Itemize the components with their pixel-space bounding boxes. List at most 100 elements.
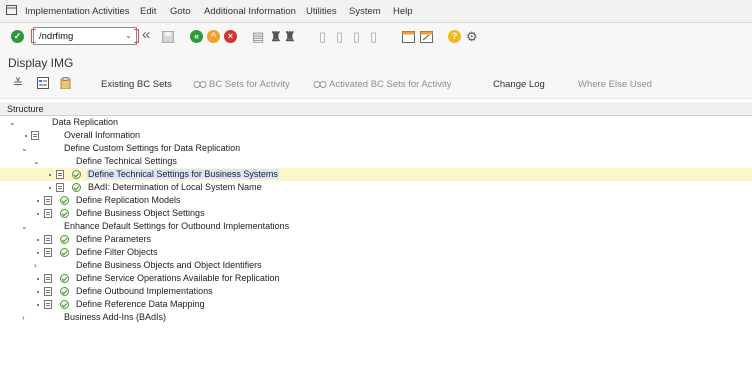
execute-icon[interactable] xyxy=(60,274,69,283)
tree-node-label: Define Service Operations Available for … xyxy=(76,273,280,283)
save-icon[interactable] xyxy=(162,31,174,43)
chevron-down-icon[interactable]: ⌄ xyxy=(21,222,28,231)
tree-node-label: Define Business Objects and Object Ident… xyxy=(76,260,262,270)
chevron-right-icon[interactable]: › xyxy=(34,261,37,270)
menu-utilities[interactable]: Utilities xyxy=(306,6,337,17)
execute-icon[interactable] xyxy=(60,287,69,296)
bullet-icon xyxy=(37,213,39,215)
documentation-icon[interactable] xyxy=(44,235,52,244)
tree-node-label: Business Add-Ins (BAdIs) xyxy=(64,312,167,322)
bullet-icon xyxy=(37,252,39,254)
documentation-icon[interactable] xyxy=(44,248,52,257)
menu-system[interactable]: System xyxy=(349,6,381,17)
execute-icon[interactable] xyxy=(60,209,69,218)
menu-implementation-activities[interactable]: Implementation Activities xyxy=(25,6,130,17)
bc-sets-for-activity-button[interactable]: BC Sets for Activity xyxy=(209,79,290,90)
tree-node-label: Overall Information xyxy=(64,130,141,140)
chevron-down-icon[interactable]: ⌄ xyxy=(9,118,16,127)
tree-row[interactable]: Define Reference Data Mapping xyxy=(0,298,752,311)
documentation-icon[interactable] xyxy=(44,209,52,218)
menu-bar: Implementation Activities Edit Goto Addi… xyxy=(0,0,752,23)
bullet-icon xyxy=(37,200,39,202)
bullet-icon xyxy=(25,135,27,137)
tree-row-selected[interactable]: Define Technical Settings for Business S… xyxy=(0,168,752,181)
tree-row[interactable]: Define Business Object Settings xyxy=(0,207,752,220)
documentation-icon[interactable] xyxy=(44,287,52,296)
cancel-icon[interactable]: × xyxy=(224,30,237,43)
tree-node-label: Define Parameters xyxy=(76,234,152,244)
exit-icon[interactable]: ^ xyxy=(207,30,220,43)
tree-row[interactable]: ⌄ Define Custom Settings for Data Replic… xyxy=(0,142,752,155)
chevron-down-icon[interactable]: ⌄ xyxy=(33,157,40,166)
field-focus-bracket-left xyxy=(31,29,36,43)
execute-icon[interactable] xyxy=(72,170,81,179)
back-icon[interactable]: « xyxy=(142,27,150,42)
back-nav-icon[interactable]: « xyxy=(190,30,203,43)
menu-additional-information[interactable]: Additional Information xyxy=(204,6,296,17)
tree-row[interactable]: › Business Add-Ins (BAdIs) xyxy=(0,311,752,324)
tree-node-label: Define Technical Settings xyxy=(76,156,177,166)
select-icon[interactable] xyxy=(37,77,49,89)
bullet-icon xyxy=(37,304,39,306)
tree-row[interactable]: Define Parameters xyxy=(0,233,752,246)
chevron-down-icon[interactable]: ⌄ xyxy=(21,144,28,153)
print-icon[interactable]: ▤ xyxy=(252,30,264,43)
existing-bc-sets-button[interactable]: Existing BC Sets xyxy=(101,79,172,90)
documentation-icon[interactable] xyxy=(44,274,52,283)
tree-node-label: Define Outbound Implementations xyxy=(76,286,213,296)
documentation-icon[interactable] xyxy=(44,300,52,309)
documentation-icon[interactable] xyxy=(56,170,64,179)
tree-node-label: Define Filter Objects xyxy=(76,247,158,257)
documentation-icon[interactable] xyxy=(56,183,64,192)
tree-row[interactable]: Define Filter Objects xyxy=(0,246,752,259)
tree-row[interactable]: ⌄ Enhance Default Settings for Outbound … xyxy=(0,220,752,233)
help-icon[interactable]: ? xyxy=(448,30,461,43)
tree-row[interactable]: Overall Information xyxy=(0,129,752,142)
tree-node-label: Data Replication xyxy=(52,117,119,127)
activated-bc-sets-button[interactable]: Activated BC Sets for Activity xyxy=(329,79,452,90)
page-title: Display IMG xyxy=(8,56,74,70)
tree-row[interactable]: Define Outbound Implementations xyxy=(0,285,752,298)
tree-node-label: BAdI: Determination of Local System Name xyxy=(88,182,262,192)
command-field-value: /ndrfimg xyxy=(39,31,74,42)
menu-icon[interactable] xyxy=(6,5,17,15)
bullet-icon xyxy=(37,291,39,293)
tree-row[interactable]: Define Replication Models xyxy=(0,194,752,207)
execute-icon[interactable] xyxy=(72,183,81,192)
new-session-icon[interactable] xyxy=(402,31,415,43)
tree-row[interactable]: ⌄ Define Technical Settings xyxy=(0,155,752,168)
enter-icon[interactable]: ✓ xyxy=(11,30,24,43)
execute-icon[interactable] xyxy=(60,300,69,309)
where-else-used-button[interactable]: Where Else Used xyxy=(578,79,652,90)
note-icon[interactable] xyxy=(60,77,72,89)
find-next-icon[interactable]: ♜ xyxy=(284,30,296,43)
find-icon[interactable]: ♜ xyxy=(270,30,282,43)
chevron-right-icon[interactable]: › xyxy=(22,313,25,322)
customize-icon[interactable]: ⚙ xyxy=(466,30,478,43)
documentation-icon[interactable] xyxy=(44,196,52,205)
bc-sets-activated-icon xyxy=(313,81,327,88)
execute-icon[interactable] xyxy=(60,235,69,244)
first-page-icon[interactable]: ▯ xyxy=(319,30,326,43)
menu-goto[interactable]: Goto xyxy=(170,6,191,17)
execute-icon[interactable] xyxy=(60,196,69,205)
tree-node-label: Define Reference Data Mapping xyxy=(76,299,205,309)
tree-row[interactable]: › Define Business Objects and Object Ide… xyxy=(0,259,752,272)
tree-node-label: Define Business Object Settings xyxy=(76,208,205,218)
menu-help[interactable]: Help xyxy=(393,6,413,17)
shortcut-icon[interactable] xyxy=(420,31,433,43)
tree-row[interactable]: Define Service Operations Available for … xyxy=(0,272,752,285)
last-page-icon[interactable]: ▯ xyxy=(370,30,377,43)
execute-icon[interactable] xyxy=(60,248,69,257)
change-log-button[interactable]: Change Log xyxy=(493,79,545,90)
next-page-icon[interactable]: ▯ xyxy=(353,30,360,43)
tree-row[interactable]: ⌄ Data Replication xyxy=(0,116,752,129)
chevron-down-icon[interactable]: ⌄ xyxy=(125,31,132,40)
command-field[interactable]: /ndrfimg ⌄ xyxy=(33,27,137,45)
menu-edit[interactable]: Edit xyxy=(140,6,156,17)
prev-page-icon[interactable]: ▯ xyxy=(336,30,343,43)
tree-row[interactable]: BAdI: Determination of Local System Name xyxy=(0,181,752,194)
documentation-icon[interactable] xyxy=(31,131,39,140)
expand-all-icon[interactable]: ≚ xyxy=(13,77,23,90)
tree-node-label: Define Technical Settings for Business S… xyxy=(87,169,279,179)
